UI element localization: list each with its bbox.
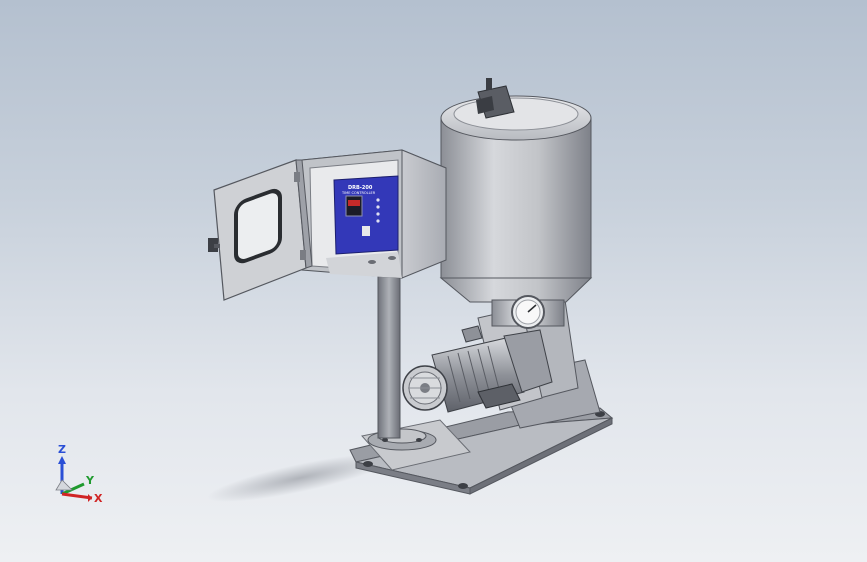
- cad-viewport[interactable]: DRB-200 TIME CONTROLLER Z Y X: [0, 0, 867, 562]
- support-post[interactable]: [377, 271, 401, 439]
- door-hinge-top: [294, 172, 300, 182]
- grease-reservoir[interactable]: [439, 95, 593, 327]
- 3d-model-scene[interactable]: DRB-200 TIME CONTROLLER: [0, 0, 867, 562]
- z-axis-label: Z: [58, 443, 66, 456]
- x-axis-label: X: [94, 492, 103, 505]
- triad-plane-icon: [55, 479, 73, 491]
- coordinate-triad: Z Y X: [55, 443, 103, 505]
- y-axis-label: Y: [85, 474, 95, 487]
- control-box-door[interactable]: [208, 159, 313, 301]
- door-hinge-bottom: [300, 250, 306, 260]
- controller-subtitle: TIME CONTROLLER: [341, 191, 376, 195]
- level-switch[interactable]: [476, 78, 515, 119]
- x-arrow-icon: [88, 494, 92, 502]
- time-controller-panel[interactable]: DRB-200 TIME CONTROLLER: [333, 175, 399, 255]
- pressure-gauge[interactable]: [511, 295, 545, 329]
- z-arrow-icon: [58, 456, 66, 464]
- x-axis-icon: [61, 492, 93, 500]
